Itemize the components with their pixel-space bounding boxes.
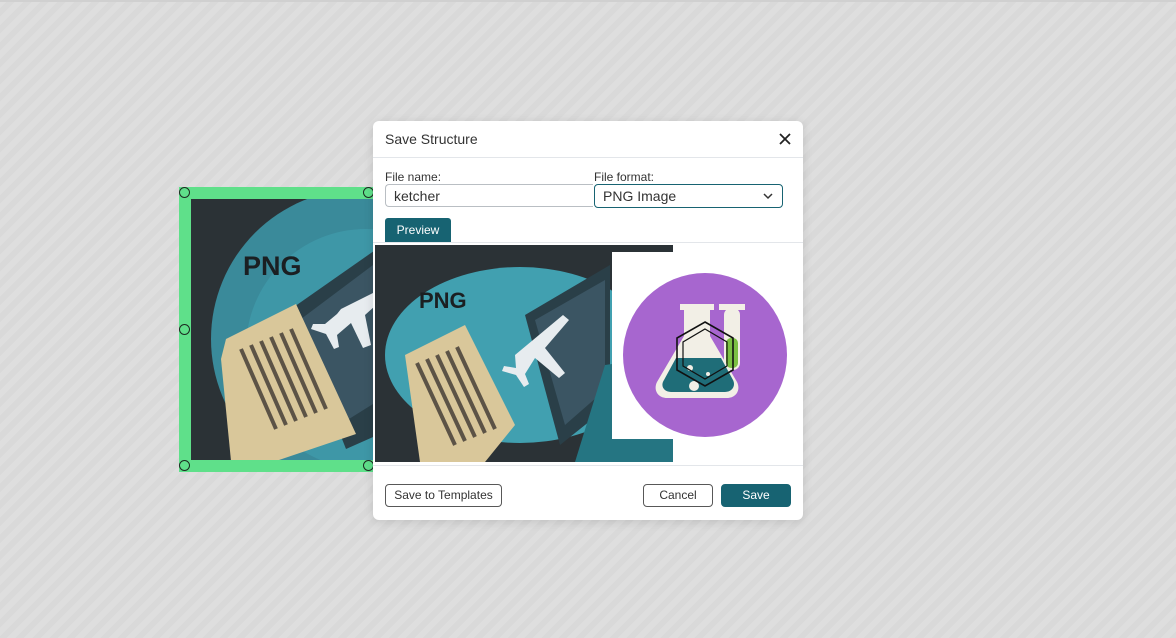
- toolbar-border: [0, 0, 1176, 2]
- file-format-label: File format:: [594, 170, 655, 184]
- png-file-icon: [191, 199, 379, 460]
- resize-handle-top-left[interactable]: [179, 187, 190, 198]
- tab-preview[interactable]: Preview: [385, 218, 451, 242]
- save-to-templates-button[interactable]: Save to Templates: [385, 484, 502, 507]
- chemistry-flask-icon: [623, 273, 787, 437]
- chevron-down-icon: [763, 193, 773, 200]
- png-image-content: PNG: [191, 199, 379, 460]
- resize-handle-bottom-left[interactable]: [179, 460, 190, 471]
- dialog-title: Save Structure: [385, 131, 478, 147]
- png-label: PNG: [419, 288, 467, 313]
- preview-structure-canvas: [612, 252, 797, 439]
- save-button[interactable]: Save: [721, 484, 791, 507]
- png-label: PNG: [243, 251, 302, 281]
- preview-area: PNG: [373, 242, 803, 466]
- dialog-header: Save Structure: [373, 121, 803, 158]
- file-name-label: File name:: [385, 170, 442, 184]
- resize-handle-middle-left[interactable]: [179, 324, 190, 335]
- save-structure-dialog: Save Structure File name: File format: P…: [373, 121, 803, 520]
- cancel-button[interactable]: Cancel: [643, 484, 713, 507]
- selected-image-object[interactable]: PNG: [179, 187, 379, 472]
- file-format-select[interactable]: PNG Image: [594, 184, 783, 208]
- close-icon[interactable]: [777, 131, 793, 147]
- file-format-value: PNG Image: [603, 188, 677, 204]
- file-name-input[interactable]: [385, 184, 593, 207]
